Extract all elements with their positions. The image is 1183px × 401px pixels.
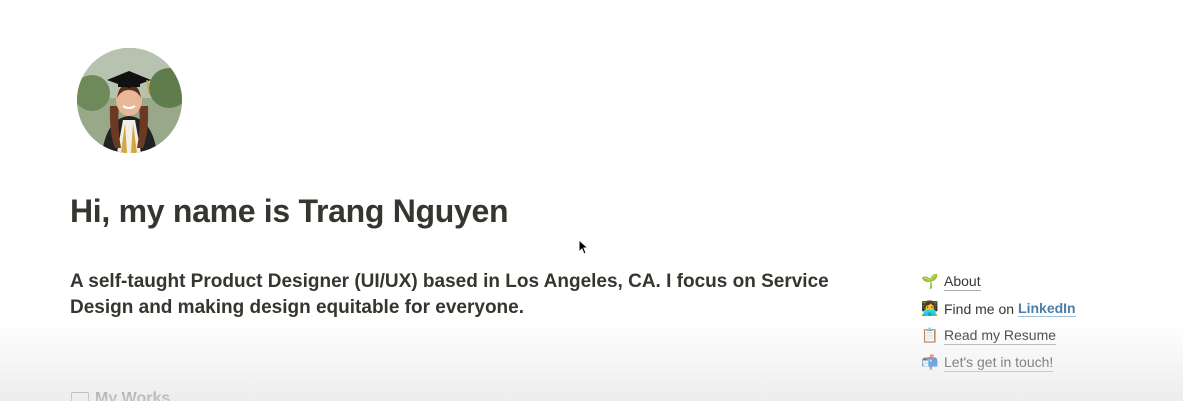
side-link-resume[interactable]: 📋 Read my Resume	[921, 322, 1151, 349]
side-links: 🌱 About 👩‍💻 Find me on LinkedIn 📋 Read m…	[921, 268, 1151, 376]
side-link-linkedin: 👩‍💻 Find me on LinkedIn	[921, 295, 1151, 322]
avatar	[77, 48, 182, 153]
seedling-icon: 🌱	[921, 273, 939, 290]
contact-link[interactable]: Let's get in touch!	[944, 354, 1054, 372]
technologist-icon: 👩‍💻	[921, 300, 939, 317]
linkedin-link[interactable]: LinkedIn	[1018, 300, 1076, 317]
side-link-contact[interactable]: 📬 Let's get in touch!	[921, 349, 1151, 376]
clipboard-icon: 📋	[921, 327, 939, 344]
window-icon	[71, 392, 89, 401]
intro-text: A self-taught Product Designer (UI/UX) b…	[70, 271, 829, 318]
side-link-about[interactable]: 🌱 About	[921, 268, 1151, 295]
mouse-cursor-icon	[578, 239, 588, 255]
page-title: Hi, my name is Trang Nguyen	[70, 193, 509, 229]
graduate-photo-icon	[77, 48, 182, 153]
my-works-heading[interactable]: My Works	[71, 390, 170, 401]
about-link[interactable]: About	[944, 273, 981, 291]
resume-link[interactable]: Read my Resume	[944, 327, 1057, 345]
my-works-label: My Works	[95, 390, 171, 401]
linkedin-prefix: Find me on	[944, 300, 1015, 317]
mailbox-icon: 📬	[921, 354, 939, 371]
